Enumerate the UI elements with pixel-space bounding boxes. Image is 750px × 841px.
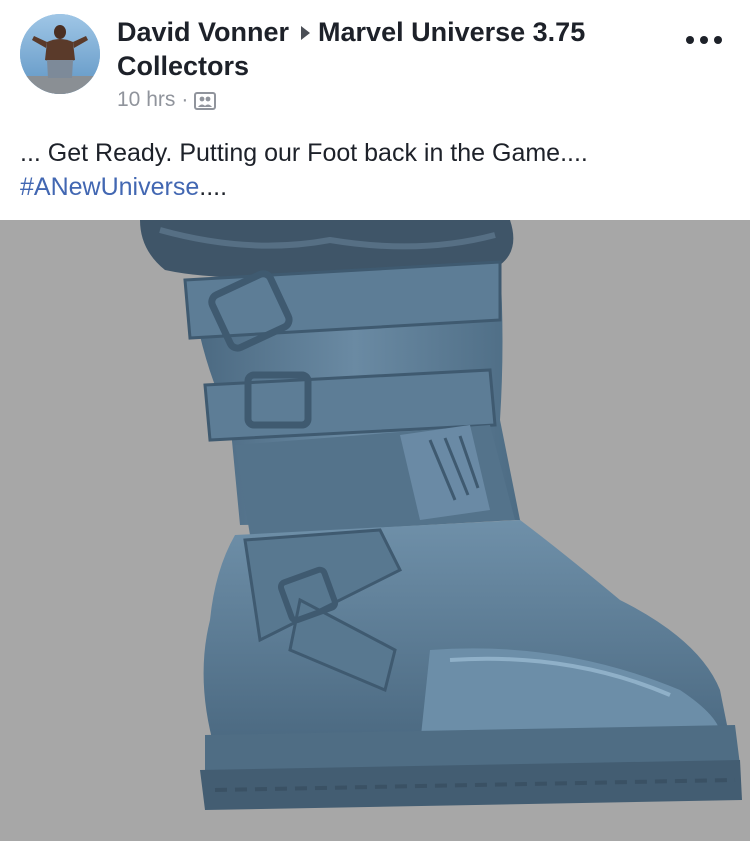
more-options-button[interactable] bbox=[686, 34, 722, 46]
post-message-text: ... Get Ready. Putting our Foot back in … bbox=[20, 139, 588, 167]
avatar-photo-icon bbox=[20, 14, 100, 94]
author-avatar[interactable] bbox=[20, 14, 100, 94]
post-photo[interactable] bbox=[0, 220, 750, 841]
more-options-icon bbox=[700, 36, 708, 44]
more-options-icon bbox=[686, 36, 694, 44]
post-timestamp[interactable]: 10 hrs bbox=[117, 87, 175, 113]
author-name[interactable]: David Vonner bbox=[117, 17, 289, 47]
post-message-suffix: .... bbox=[199, 173, 228, 201]
group-audience-icon bbox=[194, 91, 217, 110]
post-message: ... Get Ready. Putting our Foot back in … bbox=[20, 136, 735, 204]
post-meta: 10 hrs · bbox=[117, 87, 217, 113]
more-options-icon bbox=[714, 36, 722, 44]
meta-separator: · bbox=[181, 88, 189, 111]
hashtag-link[interactable]: #ANewUniverse bbox=[20, 173, 199, 201]
post-author-line: David Vonner Marvel Universe 3.75 Collect… bbox=[117, 15, 677, 83]
post-header: David Vonner Marvel Universe 3.75 Collect… bbox=[0, 0, 750, 120]
caret-right-icon bbox=[301, 25, 311, 40]
boot-sculpt-render-icon bbox=[0, 220, 750, 841]
